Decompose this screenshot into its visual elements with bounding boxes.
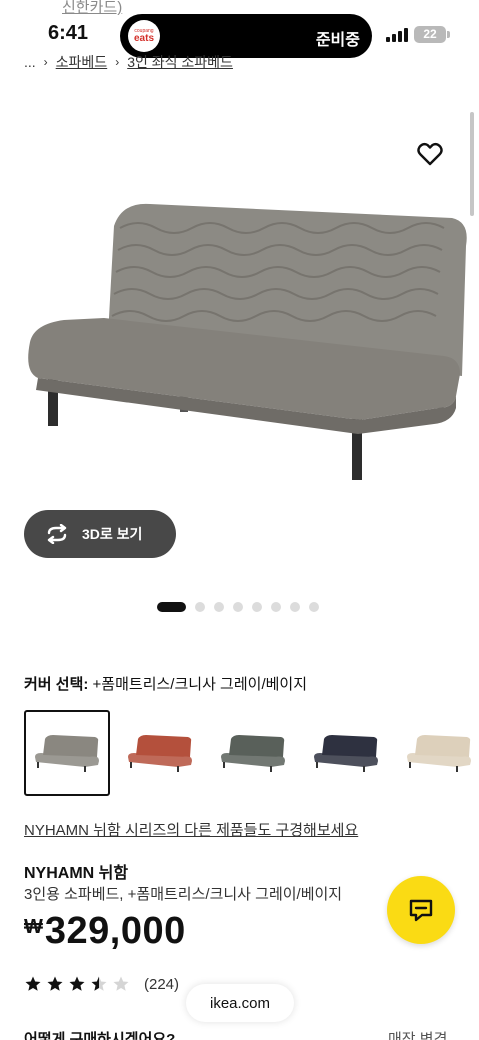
sofa-thumbnail-red bbox=[128, 735, 192, 772]
price-currency: ₩ bbox=[24, 916, 43, 938]
product-image bbox=[28, 203, 467, 480]
breadcrumb-item-3seat-sofabed[interactable]: 3인 좌식 소파베드 bbox=[127, 52, 233, 72]
review-count[interactable]: (224) bbox=[144, 976, 179, 993]
island-status-text: 준비중 bbox=[315, 32, 360, 49]
star-icon bbox=[69, 976, 85, 991]
star-icon bbox=[113, 976, 129, 991]
cover-swatch-dark-grey-green[interactable] bbox=[210, 710, 296, 796]
heart-icon bbox=[417, 142, 443, 166]
page-scrollbar[interactable] bbox=[470, 112, 474, 216]
product-price: ₩ 329,000 bbox=[24, 910, 186, 953]
carousel-dot[interactable] bbox=[157, 602, 186, 612]
cover-swatch-dark-blue[interactable] bbox=[303, 710, 389, 796]
carousel-dot[interactable] bbox=[309, 602, 319, 612]
battery-level: 22 bbox=[423, 27, 437, 41]
logo-text-big: eats bbox=[133, 32, 154, 44]
carousel-dot[interactable] bbox=[214, 602, 224, 612]
carousel-indicator[interactable] bbox=[157, 602, 319, 612]
sofa-thumbnail-beige bbox=[407, 735, 471, 772]
cover-swatch-list bbox=[24, 710, 479, 796]
cover-selection: 커버 선택: +폼매트리스/크니사 그레이/베이지 bbox=[24, 673, 307, 694]
battery-cap bbox=[447, 31, 450, 38]
chat-icon bbox=[409, 899, 433, 922]
cover-selection-value: +폼매트리스/크니사 그레이/베이지 bbox=[92, 676, 308, 693]
carousel-dot[interactable] bbox=[233, 602, 243, 612]
favorite-button[interactable] bbox=[414, 138, 446, 170]
view-3d-button[interactable]: 3D로 보기 bbox=[24, 510, 176, 558]
cover-selection-label: 커버 선택: bbox=[24, 676, 89, 693]
product-description: 3인용 소파베드, +폼매트리스/크니사 그레이/베이지 bbox=[24, 886, 343, 903]
carousel-dot[interactable] bbox=[195, 602, 205, 612]
cover-swatch-beige[interactable] bbox=[396, 710, 479, 796]
breadcrumb: ... › 소파베드 › 3인 좌식 소파베드 bbox=[24, 52, 233, 72]
chevron-right-icon: › bbox=[115, 55, 120, 69]
view-3d-label: 3D로 보기 bbox=[82, 526, 143, 542]
carousel-dot[interactable] bbox=[271, 602, 281, 612]
chevron-right-icon: › bbox=[43, 55, 48, 69]
product-name: NYHAMN 뉘함 bbox=[24, 865, 129, 882]
rating[interactable]: (224) bbox=[24, 975, 179, 993]
cover-swatch-grey-beige[interactable] bbox=[24, 710, 110, 796]
battery-icon: 22 bbox=[414, 26, 446, 43]
cover-swatch-red[interactable] bbox=[117, 710, 203, 796]
rotate-3d-icon bbox=[47, 524, 67, 544]
price-amount: 329,000 bbox=[44, 910, 186, 952]
sofa-thumbnail-dark-blue bbox=[314, 735, 378, 772]
change-store-link[interactable]: 매장 변경 bbox=[388, 1028, 447, 1040]
sofa-thumbnail-dark-grey-green bbox=[221, 735, 285, 772]
product-image-gallery[interactable] bbox=[24, 86, 479, 516]
signal-icon bbox=[386, 28, 408, 42]
sofa-thumbnail-grey-beige bbox=[35, 735, 99, 772]
star-icon bbox=[25, 976, 41, 991]
rating-stars bbox=[24, 975, 130, 993]
chat-button[interactable] bbox=[387, 876, 455, 944]
browser-url-pill[interactable]: ikea.com bbox=[186, 984, 294, 1022]
carousel-dot[interactable] bbox=[290, 602, 300, 612]
series-link[interactable]: NYHAMN 뉘함 시리즈의 다른 제품들도 구경해보세요 bbox=[24, 819, 358, 840]
breadcrumb-ellipsis[interactable]: ... bbox=[24, 54, 36, 70]
status-time: 6:41 bbox=[48, 22, 89, 44]
coupang-eats-logo: coupang eats bbox=[128, 20, 160, 52]
carousel-dot[interactable] bbox=[252, 602, 262, 612]
star-icon bbox=[91, 976, 107, 991]
breadcrumb-item-sofabed[interactable]: 소파베드 bbox=[56, 52, 108, 72]
star-icon bbox=[47, 976, 63, 991]
purchase-method-heading: 어떻게 구매하시겠어요? bbox=[24, 1031, 176, 1040]
